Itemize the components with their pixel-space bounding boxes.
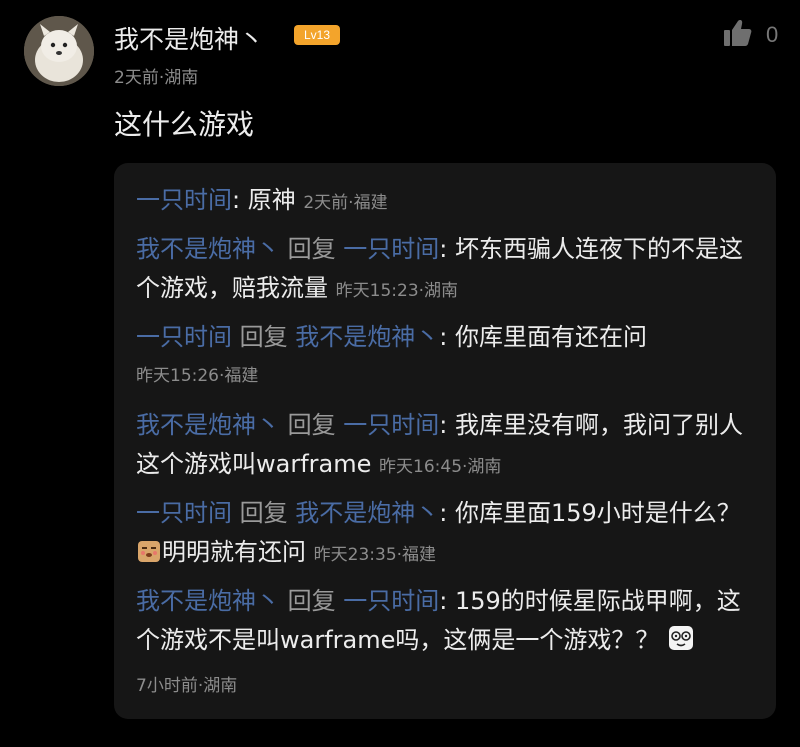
reply-word: 回复: [287, 411, 336, 439]
like-button[interactable]: 0: [722, 18, 778, 52]
reply-item[interactable]: 我不是炮神丶 回复 一只时间: 我库里没有啊，我问了别人这个游戏叫warfram…: [136, 406, 760, 487]
reply-target[interactable]: 一只时间: [343, 587, 439, 615]
reply-author[interactable]: 一只时间: [136, 186, 232, 214]
reply-target[interactable]: 一只时间: [343, 235, 439, 263]
reply-item[interactable]: 一只时间: 原神 2天前·福建: [136, 181, 760, 223]
reply-meta: 昨天23:35·福建: [313, 545, 437, 565]
comment-text: 这什么游戏: [114, 108, 255, 141]
reply-text: 你库里面159小时是什么？: [455, 499, 741, 527]
dizzy-face-emoji-icon: [667, 624, 695, 664]
reply-meta: 2天前·福建: [303, 193, 388, 213]
reply-author[interactable]: 一只时间: [136, 499, 232, 527]
reply-word: 回复: [239, 323, 288, 351]
reply-text: 原神: [247, 186, 296, 214]
reply-text: 明明就有还问: [162, 538, 306, 566]
avatar[interactable]: [24, 16, 94, 86]
reply-author[interactable]: 我不是炮神丶: [136, 235, 280, 263]
reply-item[interactable]: 一只时间 回复 我不是炮神丶: 你库里面有还在问 昨天15:26·福建: [136, 318, 760, 396]
thumbs-up-icon: [722, 18, 752, 52]
comment-username[interactable]: 我不是炮神丶: [114, 20, 264, 56]
shy-face-emoji-icon: [136, 537, 162, 576]
reply-target[interactable]: 一只时间: [343, 411, 439, 439]
level-badge: Lv13: [294, 25, 340, 45]
comment-meta: 2天前·湖南: [114, 68, 199, 88]
reply-item[interactable]: 一只时间 回复 我不是炮神丶: 你库里面159小时是什么？ 明明就有还问 昨天2…: [136, 494, 760, 576]
reply-target[interactable]: 我不是炮神丶: [295, 499, 439, 527]
reply-item[interactable]: 我不是炮神丶 回复 一只时间: 坏东西骗人连夜下的不是这个游戏，赔我流量 昨天1…: [136, 230, 760, 311]
reply-meta: 昨天16:45·湖南: [379, 457, 502, 477]
reply-author[interactable]: 我不是炮神丶: [136, 411, 280, 439]
reply-text: 你库里面有还在问: [455, 323, 647, 351]
reply-item[interactable]: 我不是炮神丶 回复 一只时间: 159的时候星际战甲啊，这个游戏不是叫warfr…: [136, 582, 760, 706]
reply-thread: 一只时间: 原神 2天前·福建 我不是炮神丶 回复 一只时间: 坏东西骗人连夜下…: [114, 163, 776, 719]
reply-target[interactable]: 我不是炮神丶: [295, 323, 439, 351]
like-count: 0: [766, 22, 779, 47]
reply-author[interactable]: 我不是炮神丶: [136, 587, 280, 615]
reply-word: 回复: [287, 235, 336, 263]
reply-meta: 昨天15:23·湖南: [335, 281, 459, 301]
reply-meta: 7小时前·湖南: [136, 676, 238, 696]
reply-author[interactable]: 一只时间: [136, 323, 232, 351]
reply-word: 回复: [239, 499, 288, 527]
reply-meta: 昨天15:26·福建: [136, 366, 259, 386]
reply-word: 回复: [287, 587, 336, 615]
